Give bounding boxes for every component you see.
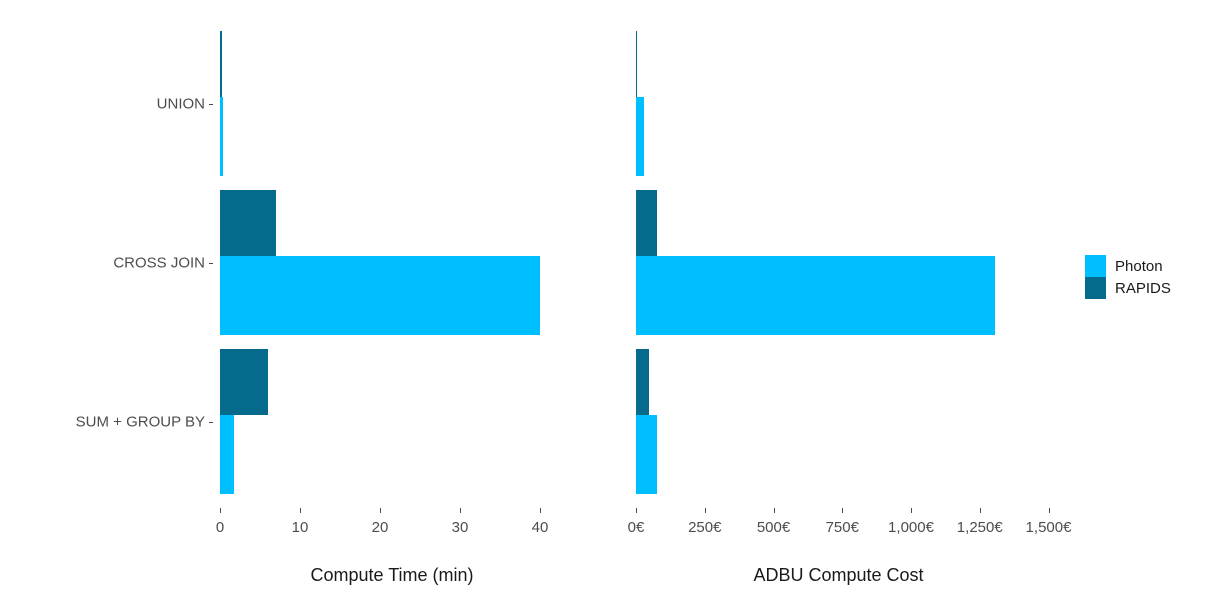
x-axis-tick-mark bbox=[842, 508, 844, 513]
x-axis-tick-mark bbox=[636, 508, 637, 513]
legend-label-rapids: RAPIDS bbox=[1115, 279, 1171, 297]
x-axis-tick-label: 1,000€ bbox=[888, 519, 934, 536]
legend-swatch-rapids bbox=[1085, 277, 1106, 299]
x-axis-title-compute-cost: ADBU Compute Cost bbox=[753, 565, 924, 585]
x-axis-tick-mark bbox=[773, 508, 775, 513]
bar-rapids-cross-join bbox=[636, 190, 657, 256]
x-axis-tick-label: 250€ bbox=[688, 519, 722, 536]
chart-legend: Photon RAPIDS bbox=[1085, 255, 1205, 299]
panel-compute-cost: 0€ 250€ 500€ 750€ 1,000€ 1,250€ 1,500€ ADBU Com… bbox=[0, 0, 1212, 604]
x-axis-tick-label: 1,250€ bbox=[956, 519, 1003, 536]
legend-swatch-photon bbox=[1085, 255, 1106, 277]
x-axis-tick-mark bbox=[1048, 508, 1050, 513]
grouped-bar-chart: UNION CROSS JOIN SUM + GROUP BY 0 10 20 30 40 Co… bbox=[0, 0, 1212, 604]
legend-item-rapids[interactable]: RAPIDS bbox=[1085, 277, 1205, 299]
legend-label-photon: Photon bbox=[1115, 257, 1163, 275]
x-axis-tick-mark bbox=[911, 508, 912, 513]
x-axis-tick-label: 750€ bbox=[825, 519, 859, 536]
bar-photon-union bbox=[636, 97, 644, 176]
bar-photon-sum-group-by bbox=[636, 415, 658, 494]
x-axis-tick-label: 1,500€ bbox=[1025, 519, 1072, 536]
bar-rapids-union bbox=[636, 31, 638, 97]
x-axis-tick-mark bbox=[979, 508, 981, 513]
legend-item-photon[interactable]: Photon bbox=[1085, 255, 1205, 277]
bar-photon-cross-join bbox=[636, 256, 995, 335]
x-axis-tick-label: 500€ bbox=[756, 519, 791, 536]
bar-rapids-sum-group-by bbox=[636, 349, 650, 415]
x-axis-tick-label: 0€ bbox=[627, 519, 645, 536]
x-axis-tick-mark bbox=[704, 508, 706, 513]
